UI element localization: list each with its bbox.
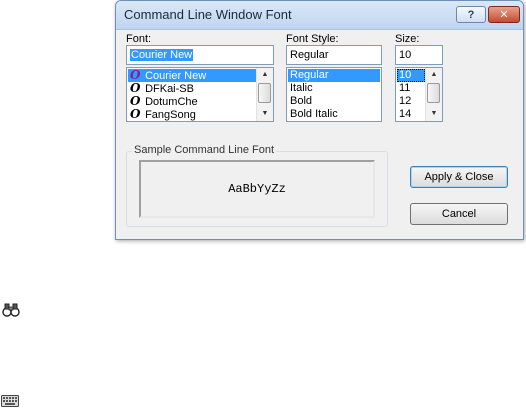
- sample-group-label: Sample Command Line Font: [132, 144, 277, 156]
- font-size-list-item[interactable]: 14: [397, 108, 425, 121]
- scroll-down-arrow-icon[interactable]: ▼: [426, 107, 442, 121]
- font-style-list-item[interactable]: Bold: [288, 95, 380, 108]
- font-label: Font:: [126, 33, 152, 45]
- font-style-list-item[interactable]: Bold Italic: [288, 108, 380, 121]
- binoculars-icon[interactable]: [2, 302, 20, 321]
- font-size-list-item[interactable]: 10: [397, 69, 425, 82]
- font-size-list-item[interactable]: 12: [397, 95, 425, 108]
- close-button[interactable]: ✕: [488, 6, 520, 23]
- keyboard-icon[interactable]: [1, 395, 19, 410]
- size-label: Size:: [395, 33, 420, 45]
- font-style-list[interactable]: Regular Italic Bold Bold Italic: [286, 67, 382, 122]
- font-list-scrollbar[interactable]: ▲ ▼: [256, 68, 273, 121]
- font-style-label: Font Style:: [286, 33, 339, 45]
- font-name-input[interactable]: Courier New: [126, 45, 274, 65]
- font-size-list-item[interactable]: 11: [397, 82, 425, 95]
- scroll-down-arrow-icon[interactable]: ▼: [257, 107, 273, 121]
- cancel-button[interactable]: Cancel: [410, 203, 508, 225]
- scroll-up-arrow-icon[interactable]: ▲: [257, 68, 273, 82]
- help-button[interactable]: ?: [456, 6, 486, 23]
- font-list-item[interactable]: O DFKai-SB: [128, 82, 256, 96]
- font-size-input[interactable]: 10: [395, 45, 443, 65]
- font-list-item[interactable]: O Courier New: [128, 69, 256, 82]
- title-bar[interactable]: Command Line Window Font ? ✕: [116, 1, 523, 30]
- font-name-value: Courier New: [130, 49, 194, 61]
- font-style-list-item[interactable]: Italic: [288, 82, 380, 95]
- font-size-scrollbar[interactable]: ▲ ▼: [425, 68, 442, 121]
- font-list-item[interactable]: O FangSong: [128, 107, 256, 122]
- scroll-thumb[interactable]: [258, 83, 271, 103]
- font-style-input[interactable]: Regular: [286, 45, 382, 65]
- font-list[interactable]: O Courier New O DFKai-SB O DotumChe O Fa…: [126, 67, 274, 122]
- sample-preview: AaBbYyZz: [139, 160, 375, 218]
- font-list-item[interactable]: O DotumChe: [128, 95, 256, 109]
- sample-font-group: Sample Command Line Font AaBbYyZz: [126, 144, 388, 227]
- command-line-font-dialog: Command Line Window Font ? ✕ Font: Couri…: [115, 0, 524, 240]
- font-size-list[interactable]: 10 11 12 14 ▲ ▼: [395, 67, 443, 122]
- apply-close-button[interactable]: Apply & Close: [410, 166, 508, 188]
- dialog-title: Command Line Window Font: [124, 7, 292, 22]
- scroll-up-arrow-icon[interactable]: ▲: [426, 68, 442, 82]
- opentype-font-icon: O: [130, 107, 141, 121]
- sample-text: AaBbYyZz: [228, 182, 286, 196]
- scroll-thumb[interactable]: [427, 83, 440, 103]
- font-style-list-item[interactable]: Regular: [288, 69, 380, 82]
